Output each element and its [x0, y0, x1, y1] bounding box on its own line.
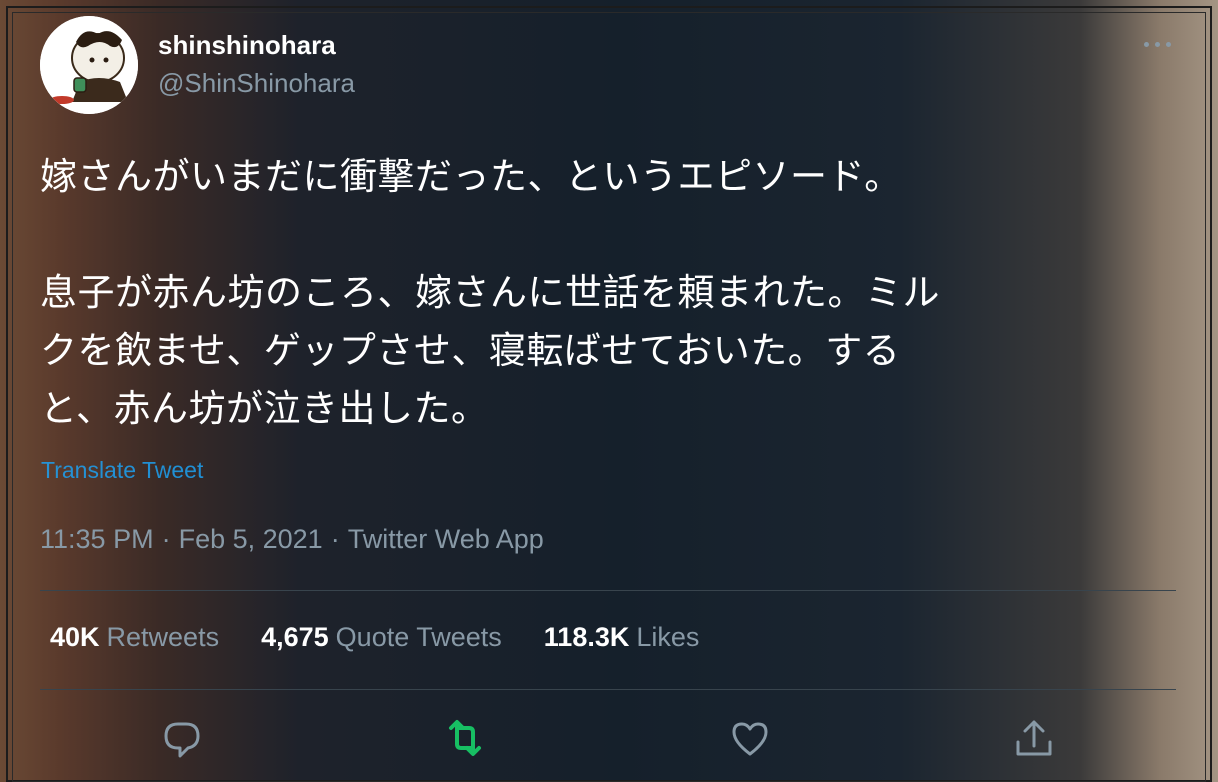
likes-label: Likes	[636, 622, 700, 652]
likes-stat[interactable]: 118.3K Likes	[544, 622, 700, 653]
retweets-stat[interactable]: 40K Retweets	[50, 622, 219, 653]
reply-icon[interactable]	[160, 716, 204, 760]
tweet-actions	[0, 716, 1218, 762]
tweet-metadata: 11:35 PM · Feb 5, 2021 · Twitter Web App	[40, 524, 544, 555]
engagement-stats: 40K Retweets 4,675 Quote Tweets 118.3K Like…	[50, 622, 699, 653]
quote-tweets-stat[interactable]: 4,675 Quote Tweets	[261, 622, 502, 653]
retweets-count: 40K	[50, 622, 100, 652]
avatar[interactable]	[40, 16, 138, 114]
more-icon[interactable]	[1140, 34, 1174, 54]
likes-count: 118.3K	[543, 622, 630, 652]
retweet-icon[interactable]	[443, 716, 487, 760]
meta-separator: ·	[330, 524, 340, 554]
retweets-label: Retweets	[106, 622, 220, 652]
like-icon[interactable]	[728, 716, 772, 760]
divider	[40, 689, 1176, 690]
tweet-time[interactable]: 11:35 PM	[40, 524, 154, 554]
quote-tweets-count: 4,675	[261, 622, 329, 652]
divider	[40, 590, 1176, 591]
translate-tweet-link[interactable]: Translate Tweet	[41, 457, 203, 484]
meta-separator: ·	[161, 524, 171, 554]
author-handle[interactable]: @ShinShinohara	[158, 68, 355, 99]
quote-tweets-label: Quote Tweets	[335, 622, 502, 652]
avatar-illustration-icon	[40, 16, 138, 114]
author-display-name[interactable]: shinshinohara	[158, 30, 336, 61]
tweet-text: 嫁さんがいまだに衝撃だった、というエピソード。 息子が赤ん坊のころ、嫁さんに世話…	[40, 155, 940, 430]
tweet-date[interactable]: Feb 5, 2021	[179, 524, 323, 554]
tweet-source[interactable]: Twitter Web App	[348, 524, 544, 554]
share-icon[interactable]	[1012, 716, 1056, 760]
